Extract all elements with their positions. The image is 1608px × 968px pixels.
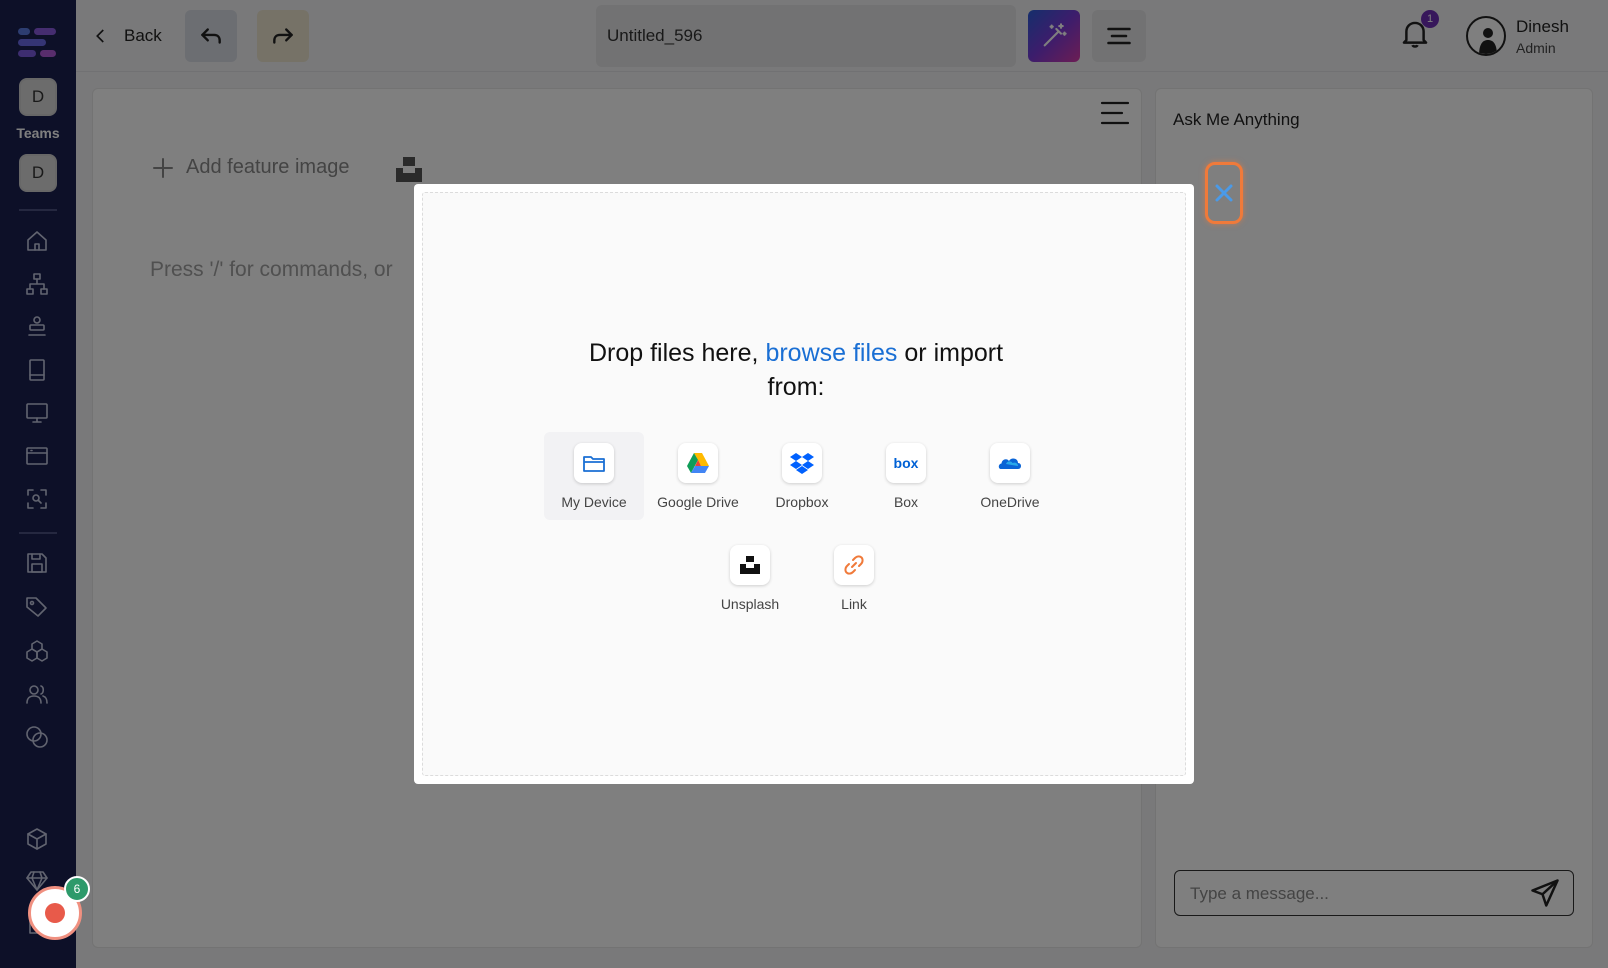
recorder-count-badge: 6: [64, 876, 90, 902]
source-label: OneDrive: [980, 494, 1040, 510]
browse-files-link[interactable]: browse files: [765, 339, 897, 367]
source-my-device[interactable]: My Device: [544, 432, 644, 520]
link-icon: [834, 545, 874, 585]
drop-title-prefix: Drop files here,: [588, 339, 759, 367]
source-label: My Device: [561, 494, 627, 510]
source-onedrive[interactable]: OneDrive: [960, 432, 1060, 520]
source-label: Link: [841, 596, 867, 612]
record-dot-icon: [45, 903, 65, 923]
upload-modal: Drop files here, browse files or import …: [414, 184, 1194, 784]
source-label: Dropbox: [775, 494, 829, 510]
dropbox-icon: [782, 443, 822, 483]
svg-text:box: box: [894, 455, 919, 471]
close-icon: [1215, 184, 1233, 202]
folder-icon: [574, 443, 614, 483]
source-box[interactable]: box Box: [856, 432, 956, 520]
source-google-drive[interactable]: Google Drive: [648, 432, 748, 520]
source-dropbox[interactable]: Dropbox: [752, 432, 852, 520]
onedrive-icon: [990, 443, 1030, 483]
source-label: Unsplash: [720, 596, 780, 612]
drop-title: Drop files here, browse files or import …: [564, 336, 1028, 404]
source-label: Box: [893, 494, 919, 510]
source-unsplash[interactable]: Unsplash: [700, 534, 800, 622]
google-drive-icon: [678, 443, 718, 483]
unsplash-icon: [730, 545, 770, 585]
source-link[interactable]: Link: [804, 534, 904, 622]
box-icon: box: [886, 443, 926, 483]
source-label: Google Drive: [657, 494, 739, 510]
close-button[interactable]: [1205, 162, 1243, 224]
